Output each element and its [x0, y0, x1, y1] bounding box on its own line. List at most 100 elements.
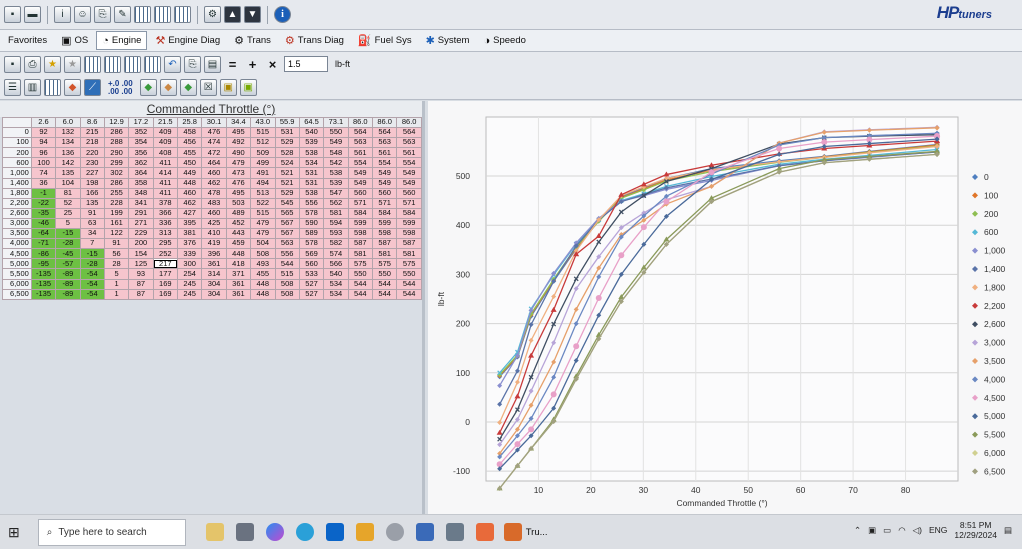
- table-cell[interactable]: 556: [298, 197, 325, 209]
- table-cell[interactable]: 589: [298, 228, 325, 240]
- table-cell[interactable]: 376: [176, 238, 203, 250]
- table-cell[interactable]: -86: [30, 248, 57, 260]
- table-cell[interactable]: 460: [201, 167, 227, 179]
- table-cell[interactable]: 542: [323, 157, 349, 169]
- table-cell[interactable]: 563: [274, 238, 300, 250]
- table-cell[interactable]: -135: [30, 268, 57, 280]
- table-cell[interactable]: 561: [396, 147, 422, 159]
- language-indicator[interactable]: ENG: [929, 525, 947, 535]
- table-cell[interactable]: 550: [371, 268, 398, 280]
- table-cell[interactable]: 549: [347, 167, 374, 179]
- table-cell[interactable]: 255: [103, 187, 130, 199]
- table-cell[interactable]: 217: [152, 258, 179, 270]
- table-cell[interactable]: 476: [225, 177, 252, 189]
- table-cell[interactable]: 515: [250, 207, 276, 219]
- unfavorite-star-icon[interactable]: ★: [64, 55, 81, 73]
- table-cell[interactable]: 563: [347, 137, 374, 149]
- table-cell[interactable]: 220: [79, 147, 105, 159]
- 2d-graph-icon[interactable]: ⟋: [84, 79, 101, 96]
- select-box-icon[interactable]: ▣: [219, 79, 237, 96]
- table-cell[interactable]: 529: [274, 187, 300, 199]
- tab-speedo[interactable]: ◑ Speedo: [477, 31, 531, 50]
- table-cell[interactable]: 587: [347, 238, 374, 250]
- table-cell[interactable]: 564: [396, 127, 422, 139]
- table-cell[interactable]: 177: [152, 268, 179, 280]
- table-cell[interactable]: 7: [79, 238, 105, 250]
- table-cell[interactable]: 508: [250, 248, 276, 260]
- add-icon[interactable]: +: [244, 56, 261, 73]
- table-cell[interactable]: 304: [201, 288, 227, 300]
- tab-engine[interactable]: ◔ Engine: [96, 31, 148, 50]
- table-cell[interactable]: 508: [274, 288, 300, 300]
- table-cell[interactable]: -89: [55, 278, 81, 290]
- volume-icon[interactable]: ◁): [913, 525, 922, 536]
- table-cell[interactable]: -135: [30, 288, 57, 300]
- table-cell[interactable]: -54: [79, 268, 105, 280]
- print-icon[interactable]: ⎙: [24, 55, 41, 73]
- table-cell[interactable]: 460: [201, 207, 227, 219]
- table-cell[interactable]: 544: [347, 288, 374, 300]
- table-cell[interactable]: 122: [103, 228, 130, 240]
- table-cell[interactable]: 598: [371, 228, 398, 240]
- table-cell[interactable]: 504: [250, 238, 276, 250]
- windows-start-icon[interactable]: ⊞: [8, 524, 20, 541]
- table-cell[interactable]: -57: [55, 258, 81, 270]
- table-history-icon[interactable]: [144, 55, 161, 73]
- table-cell[interactable]: 548: [323, 147, 349, 159]
- table-cell[interactable]: 142: [55, 157, 81, 169]
- table-layout-icon[interactable]: [44, 79, 61, 96]
- table-cell[interactable]: 550: [323, 127, 349, 139]
- table-cell[interactable]: 341: [128, 197, 154, 209]
- table-cell[interactable]: -54: [79, 288, 105, 300]
- table-cell[interactable]: 524: [274, 157, 300, 169]
- table-cell[interactable]: 549: [396, 167, 422, 179]
- table-cell[interactable]: 125: [128, 258, 154, 270]
- table-cell[interactable]: 473: [225, 167, 252, 179]
- table-cell[interactable]: 348: [128, 187, 154, 199]
- table-cell[interactable]: 87: [128, 278, 154, 290]
- table-cell[interactable]: 598: [396, 228, 422, 240]
- table-cell[interactable]: 336: [152, 217, 179, 230]
- table-cell[interactable]: 366: [152, 207, 179, 219]
- table-cell[interactable]: 356: [128, 147, 154, 159]
- table-cell[interactable]: 499: [250, 157, 276, 169]
- color-fill-icon[interactable]: ◆: [139, 79, 157, 96]
- table-cell[interactable]: 427: [176, 207, 203, 219]
- table-cell[interactable]: 528: [274, 147, 300, 159]
- table-cell[interactable]: 571: [371, 197, 398, 209]
- table-cell[interactable]: 135: [79, 197, 105, 209]
- table-cell[interactable]: 34: [79, 228, 105, 240]
- table-cell[interactable]: 560: [371, 187, 398, 199]
- read-vehicle-icon[interactable]: ▲: [224, 6, 241, 23]
- file-explorer-icon[interactable]: [355, 523, 374, 541]
- table-cell[interactable]: 25: [55, 207, 81, 219]
- system-clock[interactable]: 8:51 PM 12/29/2024: [954, 520, 997, 540]
- paste-icon[interactable]: ▤: [204, 55, 221, 73]
- table-cell[interactable]: -46: [30, 217, 57, 230]
- table-cell[interactable]: 419: [201, 238, 227, 250]
- settings-app-icon[interactable]: [415, 523, 434, 541]
- table-cell[interactable]: 554: [347, 157, 374, 169]
- table-cell[interactable]: -35: [30, 207, 57, 219]
- split-vertical-icon[interactable]: ▥: [24, 79, 41, 96]
- table-cell[interactable]: 508: [274, 278, 300, 290]
- clear-cells-icon[interactable]: ☒: [199, 79, 217, 96]
- decimal-precision-control[interactable]: +.0 .00.00 .00: [108, 79, 133, 96]
- table-cell[interactable]: 531: [298, 167, 325, 179]
- table-cell[interactable]: 361: [201, 258, 227, 270]
- table-cell[interactable]: 574: [323, 248, 349, 260]
- table-cell[interactable]: 521: [274, 167, 300, 179]
- table-cell[interactable]: 218: [79, 137, 105, 149]
- table-cell[interactable]: 599: [347, 217, 374, 230]
- table-cell[interactable]: 425: [201, 217, 227, 230]
- table-cell[interactable]: 521: [274, 177, 300, 189]
- table-cell[interactable]: 562: [323, 197, 349, 209]
- tab-os[interactable]: ▣ OS: [55, 31, 94, 50]
- table-cell[interactable]: 94: [30, 137, 57, 149]
- table-cell[interactable]: 96: [30, 147, 57, 159]
- table-cell[interactable]: 414: [152, 167, 179, 179]
- table-cell[interactable]: 544: [274, 258, 300, 270]
- table-cell[interactable]: 418: [225, 258, 252, 270]
- open-folder-icon[interactable]: ▬: [24, 6, 41, 23]
- table-cell[interactable]: 476: [201, 127, 227, 139]
